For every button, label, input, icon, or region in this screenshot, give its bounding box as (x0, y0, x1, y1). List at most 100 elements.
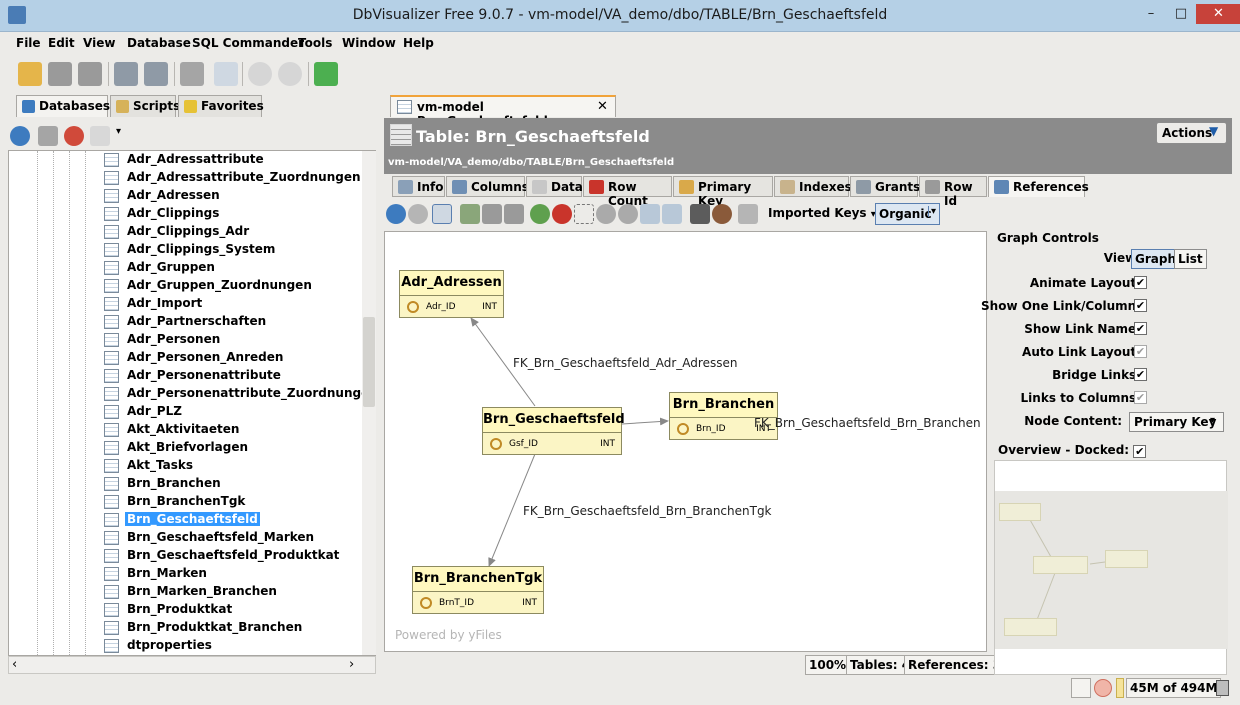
tree-horizontal-scrollbar[interactable]: ‹ › (8, 656, 376, 674)
scroll-right-icon[interactable]: › (349, 657, 354, 672)
scrollbar-thumb[interactable] (363, 317, 375, 407)
tree-item-selected[interactable]: Brn_Geschaeftsfeld (9, 511, 359, 529)
menu-database[interactable]: Database (127, 36, 191, 50)
export-icon[interactable] (482, 204, 502, 224)
tree-item[interactable]: Adr_Partnerschaften (9, 313, 359, 331)
execute-icon[interactable] (314, 62, 338, 86)
save-icon[interactable] (48, 62, 72, 86)
tab-primary-key[interactable]: Primary Key (673, 176, 773, 208)
view-list-button[interactable]: List (1174, 249, 1207, 269)
fit-content-icon[interactable] (662, 204, 682, 224)
menu-edit[interactable]: Edit (48, 36, 75, 50)
database-icon[interactable] (180, 62, 204, 86)
menu-window[interactable]: Window (342, 36, 396, 50)
zoom-in-icon[interactable] (530, 204, 550, 224)
save-all-icon[interactable] (78, 62, 102, 86)
stop-icon[interactable] (64, 126, 84, 146)
chevron-down-icon[interactable]: ▾ (116, 126, 121, 137)
camera-icon[interactable] (738, 204, 758, 224)
table-node[interactable]: Brn_BranchenTgk BrnT_ID INT (412, 566, 544, 614)
tree-item[interactable]: Adr_Clippings_Adr (9, 223, 359, 241)
menu-view[interactable]: View (83, 36, 115, 50)
actions-button[interactable]: Actions ▼ (1156, 122, 1227, 144)
tree-item[interactable]: Brn_BranchenTgk (9, 493, 359, 511)
tab-grants[interactable]: Grants (850, 176, 920, 197)
export-image-icon[interactable] (504, 204, 524, 224)
tree-item[interactable]: Brn_Branchen (9, 475, 359, 493)
menu-file[interactable]: File (16, 36, 41, 50)
tree-item[interactable]: Adr_Adressattribute (9, 151, 359, 169)
table-node[interactable]: Brn_Geschaeftsfeld Gsf_ID INT (482, 407, 625, 455)
tree-item[interactable]: Brn_Produktkat_Branchen (9, 619, 359, 637)
tab-references[interactable]: References (988, 176, 1089, 197)
zoom-fit-icon[interactable] (596, 204, 616, 224)
animate-layout-checkbox[interactable]: ✔ (1134, 276, 1147, 289)
tab-favorites[interactable]: Favorites (178, 95, 264, 117)
tab-data[interactable]: Data (526, 176, 583, 197)
tree-item[interactable]: Brn_Produktkat (9, 601, 359, 619)
tree-item[interactable]: Brn_Marken (9, 565, 359, 583)
tree-item[interactable]: Adr_Gruppen_Zuordnungen (9, 277, 359, 295)
references-graph[interactable]: Adr_Adressen Adr_ID INT Brn_Geschaeftsfel… (384, 231, 987, 652)
layout-dropdown[interactable]: Organic ▾ (875, 203, 940, 225)
monitor-icon[interactable] (278, 62, 302, 86)
tab-row-id[interactable]: Row Id (919, 176, 987, 208)
tree-vertical-scrollbar[interactable] (362, 151, 376, 655)
database-tree[interactable]: Adr_Adressattribute Adr_Adressattribute_… (8, 150, 376, 656)
tree-item[interactable]: Adr_Clippings (9, 205, 359, 223)
tab-info[interactable]: Info (392, 176, 445, 197)
tab-indexes[interactable]: Indexes (774, 176, 852, 197)
binoculars-icon[interactable] (690, 204, 710, 224)
edge-line[interactable] (621, 417, 669, 426)
print-icon[interactable] (460, 204, 480, 224)
tree-item[interactable]: Adr_Clippings_System (9, 241, 359, 259)
open-folder-icon[interactable] (18, 62, 42, 86)
tree-item[interactable]: Adr_Import (9, 295, 359, 313)
zoom-out-icon[interactable] (552, 204, 572, 224)
node-content-select[interactable]: Primary Key ▾ (1129, 412, 1224, 432)
filter-icon[interactable] (90, 126, 110, 146)
trash-icon[interactable] (1216, 680, 1229, 696)
show-link-name-checkbox[interactable]: ✔ (1134, 322, 1147, 335)
tree-item[interactable]: Adr_Personen (9, 331, 359, 349)
tree-item[interactable]: Brn_Marken_Branchen (9, 583, 359, 601)
properties-icon[interactable] (432, 204, 452, 224)
table-node[interactable]: Adr_Adressen Adr_ID INT (399, 270, 504, 318)
tree-item[interactable]: dtproperties (9, 637, 359, 655)
gc-icon[interactable] (1094, 679, 1112, 697)
auto-link-layout-checkbox[interactable]: ✔ (1134, 345, 1147, 358)
overview-viewport[interactable] (995, 491, 1228, 649)
properties-icon[interactable] (214, 62, 238, 86)
connect-icon[interactable] (114, 62, 138, 86)
view-graph-button[interactable]: Graph (1131, 249, 1180, 269)
tree-item[interactable]: Brn_Geschaeftsfeld_Marken (9, 529, 359, 547)
zoom-icon[interactable] (618, 204, 638, 224)
navigate-icon[interactable] (712, 204, 732, 224)
database-small-icon[interactable] (38, 126, 58, 146)
fit-page-icon[interactable] (640, 204, 660, 224)
close-tab-icon[interactable]: ✕ (597, 99, 608, 114)
tab-columns[interactable]: Columns (446, 176, 529, 197)
refresh-icon[interactable] (386, 204, 406, 224)
tree-item[interactable]: Adr_PLZ (9, 403, 359, 421)
tree-item[interactable]: Akt_Aktivitaeten (9, 421, 359, 439)
links-to-columns-checkbox[interactable]: ✔ (1134, 391, 1147, 404)
overview-docked-checkbox[interactable]: ✔ (1133, 445, 1147, 458)
tree-item[interactable]: Adr_Personen_Anreden (9, 349, 359, 367)
show-one-link-checkbox[interactable]: ✔ (1134, 299, 1147, 312)
overview-canvas[interactable] (994, 460, 1228, 675)
stopwatch-icon[interactable] (248, 62, 272, 86)
maximize-button[interactable]: □ (1166, 4, 1196, 24)
menu-help[interactable]: Help (403, 36, 434, 50)
tree-item[interactable]: Adr_Adressattribute_Zuordnungen (9, 169, 361, 187)
tab-databases[interactable]: Databases (16, 95, 110, 117)
stop-icon[interactable] (408, 204, 428, 224)
tree-item[interactable]: Akt_Briefvorlagen (9, 439, 359, 457)
tree-item[interactable]: Adr_Personenattribute (9, 367, 359, 385)
document-tab[interactable]: vm-model Brn_Geschaeftsfeld ✕ (390, 95, 616, 128)
tab-row-count[interactable]: Row Count (583, 176, 672, 208)
refresh-icon[interactable] (10, 126, 30, 146)
tree-item[interactable]: Brn_Geschaeftsfeld_Produktkat (9, 547, 359, 565)
scroll-left-icon[interactable]: ‹ (12, 657, 17, 672)
bridge-links-checkbox[interactable]: ✔ (1134, 368, 1147, 381)
